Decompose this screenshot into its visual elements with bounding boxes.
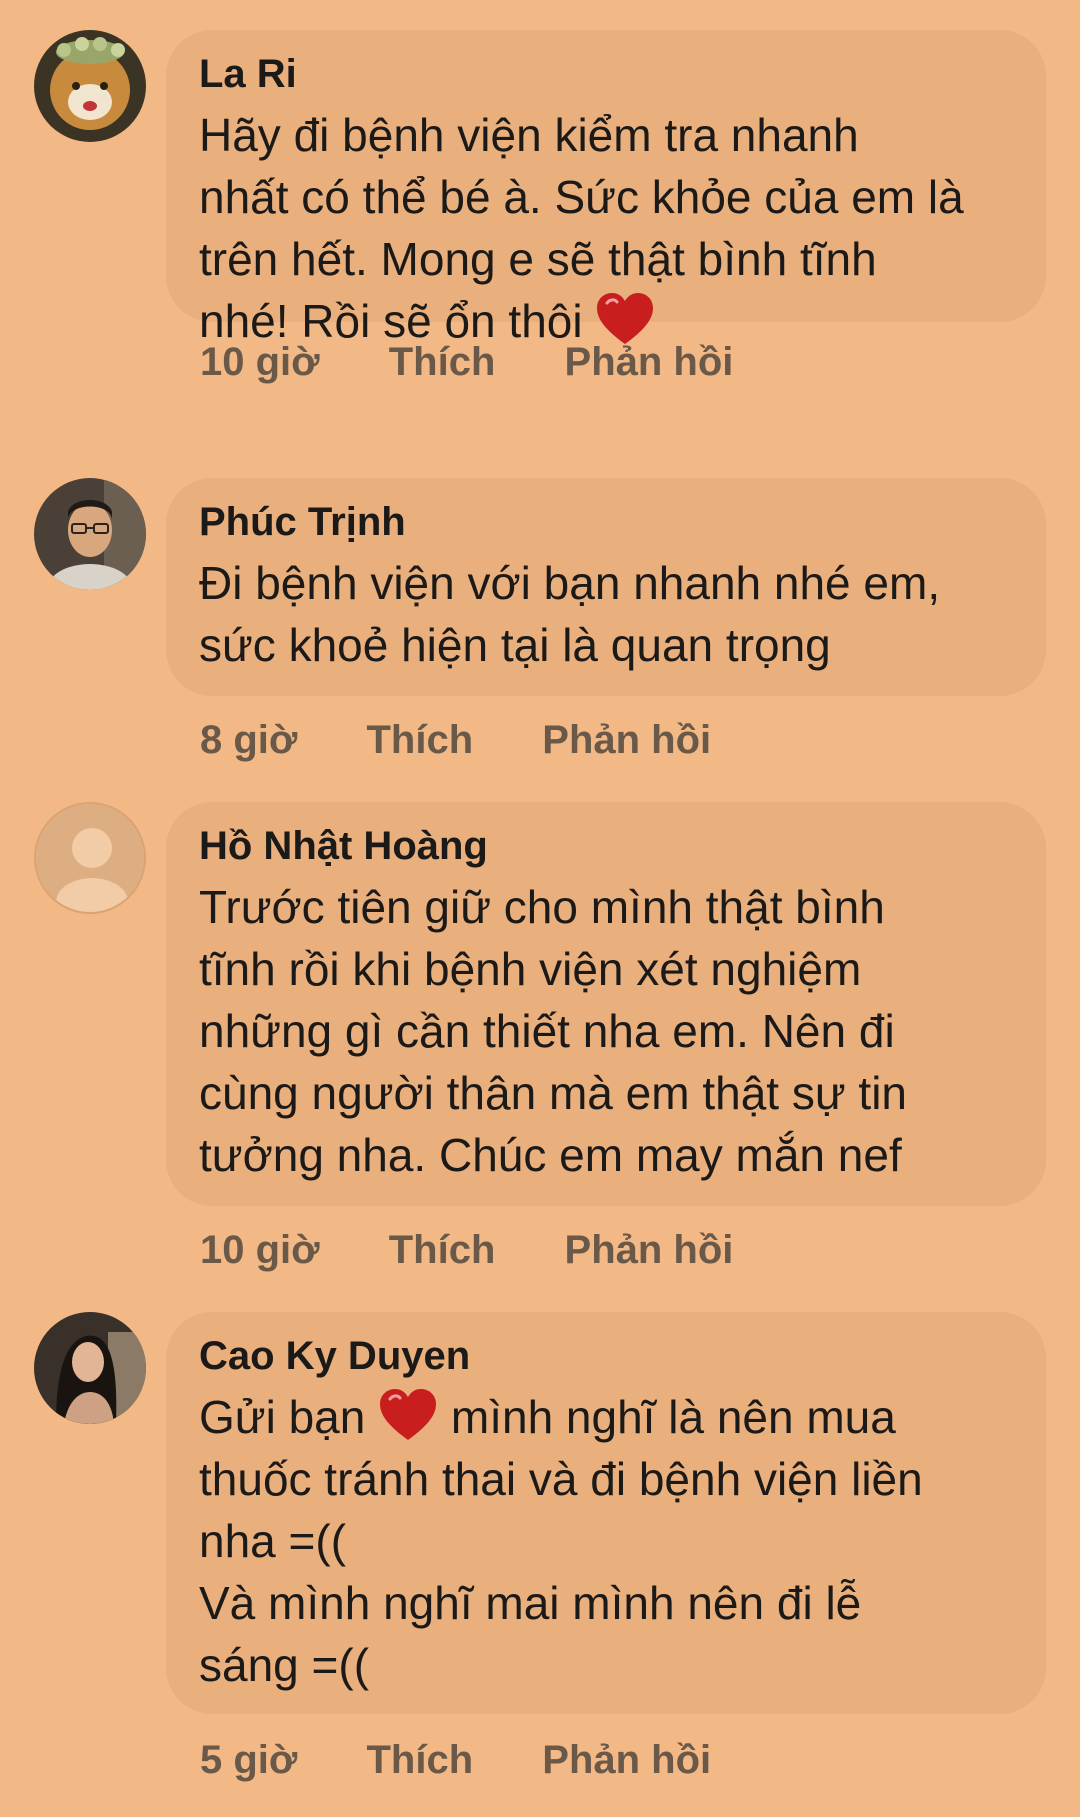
comment-line: trên hết. Mong e sẽ thật bình tĩnh	[199, 233, 877, 285]
default-avatar-icon	[36, 804, 144, 912]
avatar[interactable]	[34, 478, 146, 590]
comment-line: Hãy đi bệnh viện kiểm tra nhanh	[199, 109, 859, 161]
comment-actions: 8 giờ Thích Phản hồi	[200, 716, 711, 764]
reply-button[interactable]: Phản hồi	[565, 1226, 734, 1274]
comment-text: Đi bệnh viện với bạn nhanh nhé em, sức k…	[199, 552, 1016, 676]
comment-author[interactable]: Phúc Trịnh	[199, 498, 1016, 546]
avatar[interactable]	[34, 802, 146, 914]
reply-button[interactable]: Phản hồi	[565, 338, 734, 386]
comment-line: cùng người thân mà em thật sự tin	[199, 1067, 907, 1119]
comment-author[interactable]: La Ri	[199, 50, 1016, 98]
avatar[interactable]	[34, 30, 146, 142]
comment-author[interactable]: Hồ Nhật Hoàng	[199, 822, 1016, 870]
comment-bubble[interactable]: Phúc Trịnh Đi bệnh viện với bạn nhanh nh…	[166, 478, 1046, 696]
comment-line: sáng =((	[199, 1639, 370, 1691]
like-button[interactable]: Thích	[389, 338, 496, 386]
comment-line: những gì cần thiết nha em. Nên đi	[199, 1005, 895, 1057]
comment-line: tưởng nha. Chúc em may mắn nef	[199, 1129, 902, 1181]
like-button[interactable]: Thích	[389, 1226, 496, 1274]
comment-bubble[interactable]: La Ri Hãy đi bệnh viện kiểm tra nhanh nh…	[166, 30, 1046, 347]
comment-line: mình nghĩ là nên mua	[450, 1391, 896, 1443]
comment-line: Đi bệnh viện với bạn nhanh nhé em,	[199, 557, 941, 609]
heart-icon	[378, 1387, 438, 1443]
comment-line: nha =((	[199, 1515, 347, 1567]
comment-actions: 10 giờ Thích Phản hồi	[200, 1226, 733, 1274]
person-avatar-icon	[34, 478, 146, 590]
comment-timestamp: 8 giờ	[200, 718, 298, 762]
comment-line-with-emoji: Gửi bạn mình nghĩ là nên mua	[199, 1386, 1016, 1448]
comment-actions: 5 giờ Thích Phản hồi	[200, 1736, 711, 1784]
reply-button[interactable]: Phản hồi	[542, 716, 711, 764]
comment-line: sức khoẻ hiện tại là quan trọng	[199, 619, 831, 671]
comment-line: Gửi bạn	[199, 1391, 366, 1443]
comment-bubble[interactable]: Cao Ky Duyen Gửi bạn mình nghĩ là nên mu…	[166, 1312, 1046, 1714]
comment-timestamp: 5 giờ	[200, 1738, 298, 1782]
reply-button[interactable]: Phản hồi	[542, 1736, 711, 1784]
comment-text: Trước tiên giữ cho mình thật bình tĩnh r…	[199, 876, 1016, 1186]
comment-line: tĩnh rồi khi bệnh viện xét nghiệm	[199, 943, 862, 995]
avatar[interactable]	[34, 1312, 146, 1424]
comment-actions: 10 giờ Thích Phản hồi	[200, 338, 733, 386]
comment-line: Trước tiên giữ cho mình thật bình	[199, 881, 885, 933]
comment-text: Hãy đi bệnh viện kiểm tra nhanh nhất có …	[199, 104, 1016, 352]
comment-timestamp: 10 giờ	[200, 1228, 320, 1272]
person-avatar-icon	[34, 1312, 146, 1424]
comment-timestamp: 10 giờ	[200, 340, 320, 384]
comment-bubble[interactable]: Hồ Nhật Hoàng Trước tiên giữ cho mình th…	[166, 802, 1046, 1206]
like-button[interactable]: Thích	[366, 1736, 473, 1784]
comment-line: Và mình nghĩ mai mình nên đi lễ	[199, 1577, 862, 1629]
comment-line: nhất có thể bé à. Sức khỏe của em là	[199, 171, 964, 223]
like-button[interactable]: Thích	[366, 716, 473, 764]
comment-text: Gửi bạn mình nghĩ là nên mua thuốc tránh…	[199, 1386, 1016, 1696]
comment-author[interactable]: Cao Ky Duyen	[199, 1332, 1016, 1380]
comment-line: thuốc tránh thai và đi bệnh viện liền	[199, 1453, 923, 1505]
cat-avatar-icon	[34, 30, 146, 142]
